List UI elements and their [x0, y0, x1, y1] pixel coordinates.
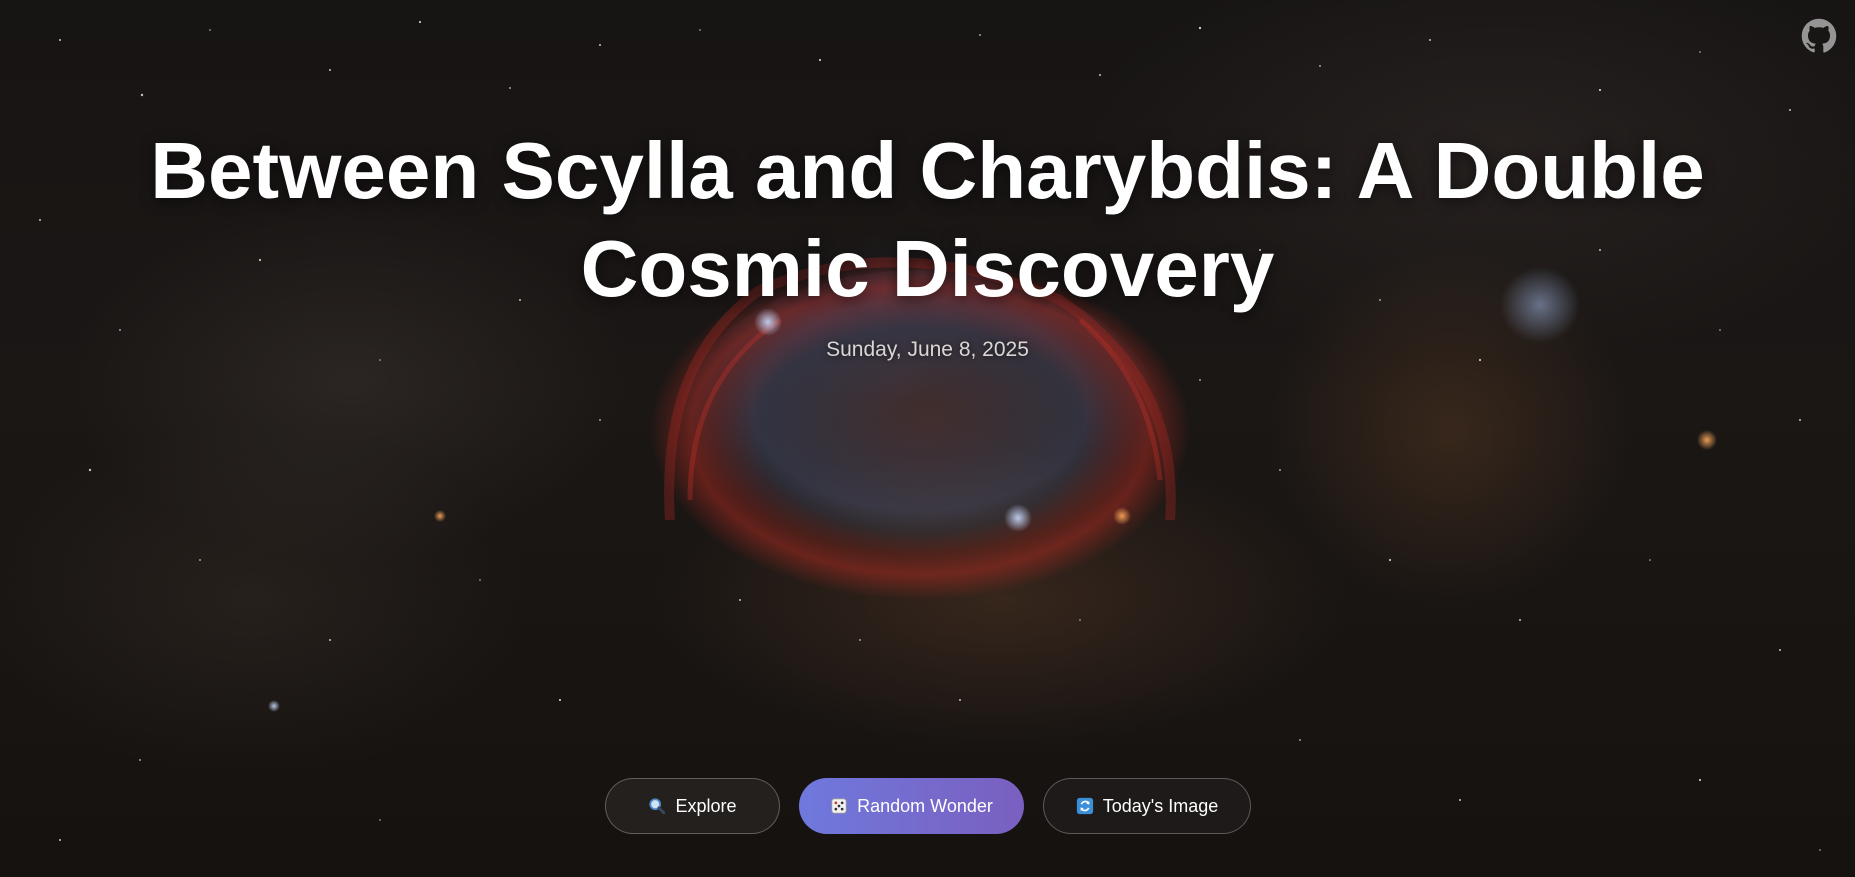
- explore-label: Explore: [675, 795, 737, 816]
- todays-image-button[interactable]: Today's Image: [1042, 778, 1251, 834]
- action-bar: Explore Random Wonder Today's Image: [0, 778, 1855, 834]
- explore-button[interactable]: Explore: [604, 778, 780, 834]
- background-image: Between Scylla and Charybdis: A Double C…: [0, 0, 1855, 877]
- github-link[interactable]: [1801, 18, 1837, 54]
- page-title: Between Scylla and Charybdis: A Double C…: [150, 126, 1705, 313]
- dice-icon: [829, 796, 849, 816]
- random-wonder-label: Random Wonder: [857, 795, 993, 816]
- refresh-icon: [1075, 796, 1095, 816]
- todays-image-label: Today's Image: [1102, 795, 1219, 816]
- hero: Between Scylla and Charybdis: A Double C…: [0, 122, 1855, 362]
- random-wonder-button[interactable]: Random Wonder: [798, 778, 1024, 834]
- search-icon: [647, 796, 667, 816]
- image-date: Sunday, June 8, 2025: [826, 338, 1029, 361]
- github-icon: [1801, 18, 1837, 53]
